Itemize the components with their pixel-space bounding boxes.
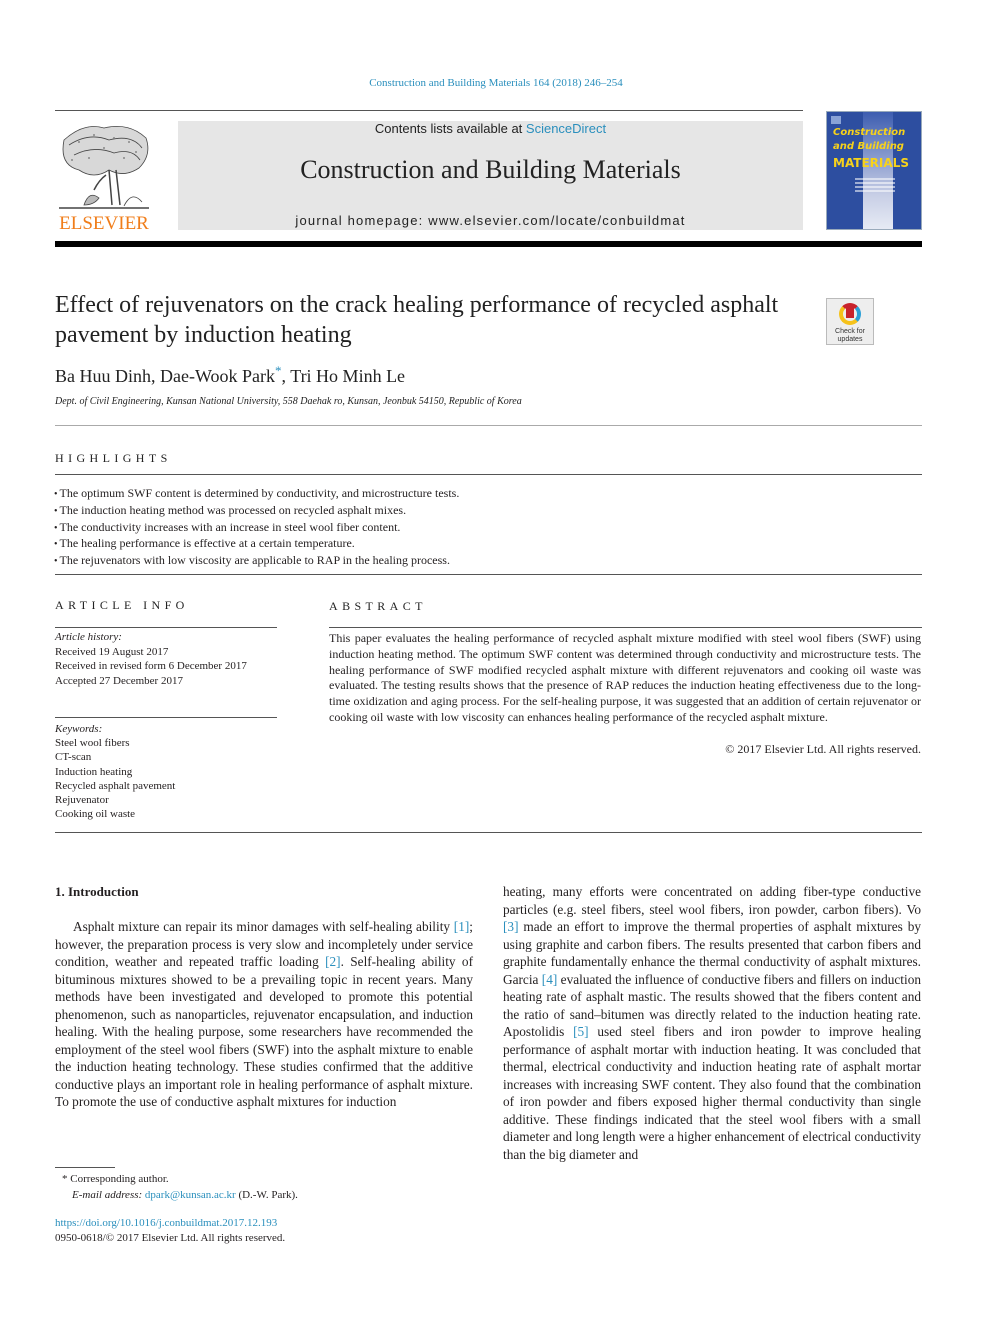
body-text: Asphalt mixture can repair its minor dam… [73,919,454,934]
article-history: Article history: Received 19 August 2017… [55,630,247,688]
cover-logo-icon [831,116,841,124]
history-item: Received 19 August 2017 [55,645,169,658]
body-text: heating, many efforts were concentrated … [503,884,921,917]
history-item: Accepted 27 December 2017 [55,674,183,687]
abstract-heading: ABSTRACT [329,599,427,613]
check-for-updates-button[interactable]: Check for updates [826,298,874,345]
highlight-item: The healing performance is effective at … [54,536,914,553]
cover-materials: MATERIALS [833,156,909,170]
email-suffix: (D.-W. Park). [235,1189,298,1201]
divider [55,627,277,628]
highlight-item: The optimum SWF content is determined by… [54,486,914,503]
section-heading-introduction: 1. Introduction [55,884,139,899]
header-thick-rule [55,241,922,247]
sciencedirect-link[interactable]: ScienceDirect [526,121,606,136]
article-info-heading: ARTICLE INFO [55,598,189,612]
contents-line: Contents lists available at ScienceDirec… [178,121,803,136]
body-text: used steel fibers and iron powder to imp… [503,1024,921,1162]
footnote-marker: * [62,1173,68,1185]
cover-title-line: and Building [833,141,904,152]
cover-title: Construction and Building [833,126,921,154]
cover-subtitle-lines [855,178,895,194]
elsevier-logo: ELSEVIER [54,120,154,235]
divider [329,627,922,628]
divider [55,425,922,426]
abstract-copyright: © 2017 Elsevier Ltd. All rights reserved… [725,742,921,756]
tree-icon [59,125,149,209]
body-column-left: Asphalt mixture can repair its minor dam… [55,918,473,1111]
author-name[interactable]: Dae-Wook Park [160,366,275,386]
keyword-item: Cooking oil waste [55,808,136,821]
citation-link[interactable]: [1] [454,919,470,934]
journal-masthead: Contents lists available at ScienceDirec… [178,121,803,230]
keyword-item: Rejuvenator [55,794,109,807]
author-list: Ba Huu Dinh, Dae-Wook Park*, Tri Ho Minh… [55,363,405,387]
citation-link[interactable]: [4] [542,972,558,987]
history-label: Article history: [55,631,122,643]
corresponding-author-note: Corresponding author. [70,1173,169,1185]
issn-line: 0950-0618/© 2017 Elsevier Ltd. All right… [55,1232,286,1244]
crossmark-label: Check for updates [835,328,865,343]
journal-title: Construction and Building Materials [300,155,681,184]
keyword-item: Induction heating [55,765,133,778]
footnote: * Corresponding author. E-mail address: … [62,1171,298,1203]
email-link[interactable]: dpark@kunsan.ac.kr [145,1189,236,1201]
journal-cover-image[interactable]: Construction and Building MATERIALS [826,111,922,230]
abstract-text: This paper evaluates the healing perform… [329,631,921,724]
author-affiliation: Dept. of Civil Engineering, Kunsan Natio… [55,396,522,407]
highlights-list: The optimum SWF content is determined by… [54,486,914,570]
keyword-item: CT-scan [55,751,92,764]
citation-link[interactable]: [3] [503,919,519,934]
highlight-item: The conductivity increases with an incre… [54,520,914,537]
author-separator: , [151,366,160,386]
body-column-right: heating, many efforts were concentrated … [503,883,921,1163]
citation-link[interactable]: [2] [325,954,341,969]
crossmark-flag-icon [846,307,854,318]
citation-link[interactable]: [5] [573,1024,589,1039]
author-name[interactable]: Tri Ho Minh Le [290,366,405,386]
divider [55,474,922,475]
footnote-rule [55,1167,115,1168]
highlight-item: The rejuvenators with low viscosity are … [54,553,914,570]
author-name[interactable]: Ba Huu Dinh [55,366,151,386]
journal-homepage-link[interactable]: journal homepage: www.elsevier.com/locat… [178,213,803,228]
doi-link[interactable]: https://doi.org/10.1016/j.conbuildmat.20… [55,1216,285,1231]
keyword-item: Steel wool fibers [55,737,130,750]
header-rule [55,110,803,111]
keyword-item: Recycled asphalt pavement [55,779,176,792]
article-title: Effect of rejuvenators on the crack heal… [55,292,779,348]
elsevier-wordmark: ELSEVIER [59,213,149,234]
highlight-item: The induction heating method was process… [54,503,914,520]
body-text: . Self-healing ability of bituminous mix… [55,954,474,1109]
contents-prefix: Contents lists available at [374,121,526,136]
doi-block: https://doi.org/10.1016/j.conbuildmat.20… [55,1216,285,1246]
divider [55,832,922,833]
keywords: Keywords: Steel wool fibers CT-scan Indu… [55,722,175,821]
journal-reference-link[interactable]: Construction and Building Materials 164 … [0,77,992,89]
keywords-label: Keywords: [55,723,103,735]
divider [55,717,277,718]
highlights-heading: HIGHLIGHTS [55,451,172,465]
email-label: E-mail address: [72,1189,143,1201]
cover-title-line: Construction [833,127,906,138]
divider [55,574,922,575]
author-separator: , [281,366,291,386]
history-item: Received in revised form 6 December 2017 [55,660,247,673]
